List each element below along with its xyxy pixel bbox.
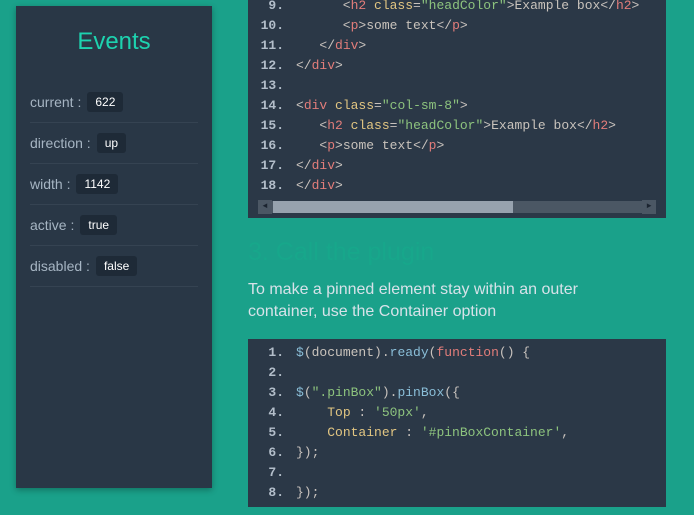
line-number: 14. bbox=[248, 96, 296, 116]
stat-label: active : bbox=[30, 217, 74, 233]
line-number: 11. bbox=[248, 36, 296, 56]
stat-row: disabled : false bbox=[30, 246, 198, 287]
line-number: 12. bbox=[248, 56, 296, 76]
line-number: 9. bbox=[248, 0, 296, 16]
code-content: </div> bbox=[296, 156, 343, 176]
code-content bbox=[296, 76, 304, 96]
stat-row: direction : up bbox=[30, 123, 198, 164]
line-number: 5. bbox=[248, 423, 296, 443]
scroll-left-arrow-icon[interactable]: ◄ bbox=[258, 200, 272, 214]
code-line: 4. Top : '50px', bbox=[248, 403, 666, 423]
code-content: }); bbox=[296, 483, 319, 503]
stat-row: width : 1142 bbox=[30, 164, 198, 205]
code-line: 7. bbox=[248, 463, 666, 483]
line-number: 10. bbox=[248, 16, 296, 36]
code-content: <h2 class="headColor">Example box</h2> bbox=[296, 116, 616, 136]
code-line: 3.$(".pinBox").pinBox({ bbox=[248, 383, 666, 403]
stat-label: direction : bbox=[30, 135, 91, 151]
code-content: Container : '#pinBoxContainer', bbox=[296, 423, 569, 443]
code-content bbox=[296, 363, 304, 383]
scroll-right-arrow-icon[interactable]: ► bbox=[642, 200, 656, 214]
code-content: <h2 class="headColor">Example box</h2> bbox=[296, 0, 639, 16]
stat-label: current : bbox=[30, 94, 81, 110]
code-content: </div> bbox=[296, 36, 366, 56]
code-line: 2. bbox=[248, 363, 666, 383]
line-number: 1. bbox=[248, 343, 296, 363]
code-content: Top : '50px', bbox=[296, 403, 429, 423]
line-number: 13. bbox=[248, 76, 296, 96]
stat-row: current : 622 bbox=[30, 82, 198, 123]
code-line: 12.</div> bbox=[248, 56, 666, 76]
code-line: 1.$(document).ready(function() { bbox=[248, 343, 666, 363]
stat-label: disabled : bbox=[30, 258, 90, 274]
code-line: 10. <p>some text</p> bbox=[248, 16, 666, 36]
code-line: 17.</div> bbox=[248, 156, 666, 176]
line-number: 16. bbox=[248, 136, 296, 156]
code-content: </div> bbox=[296, 176, 343, 196]
stat-label: width : bbox=[30, 176, 70, 192]
code-content: $(".pinBox").pinBox({ bbox=[296, 383, 460, 403]
horizontal-scrollbar[interactable]: ◄ ► bbox=[258, 200, 656, 214]
code-line: 18.</div> bbox=[248, 176, 666, 196]
line-number: 6. bbox=[248, 443, 296, 463]
code-content: }); bbox=[296, 443, 319, 463]
code-line: 14.<div class="col-sm-8"> bbox=[248, 96, 666, 116]
main-content: 9. <h2 class="headColor">Example box</h2… bbox=[248, 0, 694, 507]
html-code-block: 9. <h2 class="headColor">Example box</h2… bbox=[248, 0, 666, 218]
line-number: 3. bbox=[248, 383, 296, 403]
code-line: 8.}); bbox=[248, 483, 666, 503]
line-number: 8. bbox=[248, 483, 296, 503]
code-line: 6.}); bbox=[248, 443, 666, 463]
events-sidebar: Events current : 622 direction : up width : 1… bbox=[16, 6, 212, 488]
stat-value-badge: up bbox=[97, 133, 126, 153]
line-number: 15. bbox=[248, 116, 296, 136]
stat-row: active : true bbox=[30, 205, 198, 246]
code-content: </div> bbox=[296, 56, 343, 76]
code-line: 15. <h2 class="headColor">Example box</h… bbox=[248, 116, 666, 136]
code-content: <div class="col-sm-8"> bbox=[296, 96, 468, 116]
section-heading: 3. Call the plugin bbox=[248, 238, 694, 267]
code-content: <p>some text</p> bbox=[296, 16, 468, 36]
code-content bbox=[296, 463, 304, 483]
line-number: 18. bbox=[248, 176, 296, 196]
stat-value-badge: 1142 bbox=[76, 174, 118, 194]
stat-value-badge: true bbox=[80, 215, 117, 235]
sidebar-title: Events bbox=[30, 28, 198, 56]
code-line: 11. </div> bbox=[248, 36, 666, 56]
js-code-block: 1.$(document).ready(function() {2. 3.$("… bbox=[248, 339, 666, 507]
code-line: 16. <p>some text</p> bbox=[248, 136, 666, 156]
code-line: 9. <h2 class="headColor">Example box</h2… bbox=[248, 0, 666, 16]
stat-value-badge: 622 bbox=[87, 92, 123, 112]
section-description: To make a pinned element stay within an … bbox=[248, 279, 648, 323]
code-line: 13. bbox=[248, 76, 666, 96]
code-content: $(document).ready(function() { bbox=[296, 343, 530, 363]
line-number: 4. bbox=[248, 403, 296, 423]
scrollbar-thumb[interactable] bbox=[273, 201, 513, 213]
code-line: 5. Container : '#pinBoxContainer', bbox=[248, 423, 666, 443]
code-content: <p>some text</p> bbox=[296, 136, 444, 156]
line-number: 7. bbox=[248, 463, 296, 483]
line-number: 17. bbox=[248, 156, 296, 176]
stat-value-badge: false bbox=[96, 256, 137, 276]
line-number: 2. bbox=[248, 363, 296, 383]
